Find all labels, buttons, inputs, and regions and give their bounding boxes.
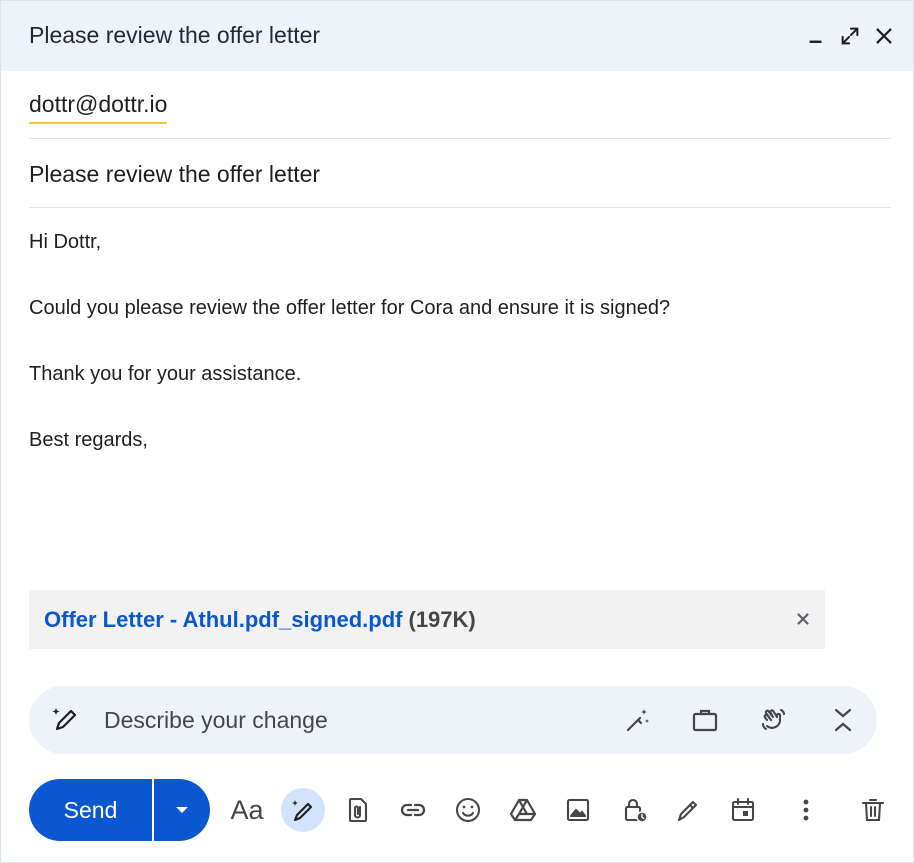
subject-text[interactable]: Please review the offer letter (29, 161, 320, 188)
ai-refine-bar (29, 686, 877, 754)
drive-icon[interactable] (501, 788, 545, 832)
send-button-group: Send (29, 779, 210, 841)
attachment-link[interactable]: Offer Letter - Athul.pdf_signed.pdf (197K… (44, 607, 476, 633)
minimize-icon[interactable] (803, 23, 829, 49)
attachment-size: (197K) (408, 607, 476, 632)
link-icon[interactable] (391, 788, 435, 832)
compose-title: Please review the offer letter (29, 22, 321, 48)
body-line: Hi Dottr, (29, 231, 102, 253)
body-line: Could you please review the offer letter… (29, 297, 671, 319)
body-line: Thank you for your assistance. (29, 363, 302, 385)
signature-icon[interactable] (666, 788, 710, 832)
formatting-icon[interactable]: Aa (225, 788, 269, 832)
emoji-icon[interactable] (446, 788, 490, 832)
send-options-button[interactable] (154, 779, 210, 841)
caret-down-icon (176, 807, 188, 813)
briefcase-icon[interactable] (687, 702, 723, 738)
subject-field[interactable]: Please review the offer letter (29, 140, 891, 208)
pen-sparkle-icon (52, 708, 77, 731)
close-icon[interactable] (871, 23, 897, 49)
attachment-name: Offer Letter - Athul.pdf_signed.pdf (44, 607, 403, 632)
compose-window: Please review the offer letter dottr@dot… (0, 0, 914, 863)
collapse-icon[interactable] (825, 702, 861, 738)
compose-header: Please review the offer letter (1, 1, 913, 71)
magic-wand-icon[interactable] (619, 702, 655, 738)
body-line: Best regards, (29, 429, 148, 451)
describe-change-input[interactable] (104, 700, 584, 740)
remove-attachment-icon[interactable] (791, 607, 815, 631)
confidential-icon[interactable] (613, 788, 657, 832)
wave-hand-icon[interactable] (755, 702, 791, 738)
help-me-write-icon[interactable] (281, 788, 325, 832)
photo-icon[interactable] (556, 788, 600, 832)
discard-icon[interactable] (851, 788, 895, 832)
message-body[interactable]: Hi Dottr, Could you please review the of… (29, 231, 891, 495)
formatting-label: Aa (230, 794, 264, 825)
recipients-field[interactable]: dottr@dottr.io (29, 71, 891, 139)
recipient-chip[interactable]: dottr@dottr.io (29, 91, 168, 124)
send-button[interactable]: Send (29, 779, 152, 841)
attachment-chip[interactable]: Offer Letter - Athul.pdf_signed.pdf (197K… (29, 590, 825, 649)
schedule-icon[interactable] (721, 788, 765, 832)
more-options-icon[interactable] (784, 788, 828, 832)
attach-icon[interactable] (336, 788, 380, 832)
expand-icon[interactable] (837, 23, 863, 49)
